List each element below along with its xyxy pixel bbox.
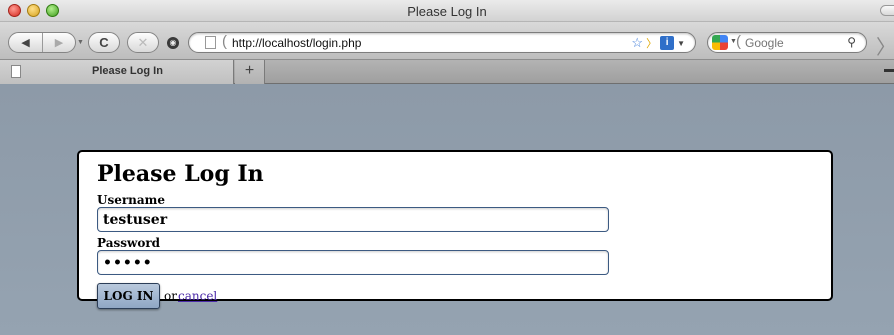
page-content: Please Log In Username Password LOG IN o… [0,85,894,335]
tab-bar: Please Log In + ▬ [0,60,894,84]
toolbar-overflow-icon[interactable]: 〉 [876,31,894,60]
page-icon [205,36,216,49]
rss-feed-icon[interactable]: 〉 [646,35,657,51]
stop-button[interactable]: ✕ [127,32,159,53]
password-label: Password [97,236,161,250]
search-icon[interactable]: ⚲ [847,35,856,49]
search-engine-icon[interactable] [712,35,728,50]
tab-please-log-in[interactable]: Please Log In [0,60,234,84]
bookmark-star-icon[interactable]: ☆ [631,35,643,51]
reload-button[interactable]: C [88,32,120,53]
site-icon: ◉ [167,37,179,49]
username-field[interactable] [97,207,609,232]
address-bar-actions: ☆ 〉 i ▼ [631,35,685,51]
login-form: Please Log In Username Password LOG IN o… [77,150,833,309]
window-titlebar: Please Log In [0,0,894,22]
search-input[interactable] [745,36,845,50]
new-tab-button[interactable]: + [235,60,265,84]
search-box: ▼ ( ⚲ [707,32,867,53]
window-title: Please Log In [407,4,487,19]
url-text[interactable]: http://localhost/login.php [232,36,361,50]
history-dropdown-icon[interactable]: ▼ [77,39,84,46]
cancel-link[interactable]: cancel [178,289,217,303]
forward-button[interactable]: ▶ [41,33,75,52]
back-forward-control: ◀ ▶ [8,32,76,53]
navigation-toolbar: ◀ ▶ ▼ C ✕ ◉ ( http://localhost/login.php… [0,22,894,60]
tab-page-icon [11,65,21,78]
back-button[interactable]: ◀ [9,33,42,52]
tab-label: Please Log In [92,65,163,77]
url-dropdown-icon[interactable]: ▼ [677,39,685,48]
page-heading: Please Log In [97,161,264,187]
site-info-icon[interactable]: i [660,36,675,50]
search-bracket-icon: ( [736,33,741,50]
or-text: or [164,289,177,303]
tab-list-menu-icon[interactable]: ▬ [884,64,894,75]
username-label: Username [97,193,166,207]
login-button[interactable]: LOG IN [97,283,160,309]
address-bar[interactable]: ( http://localhost/login.php ☆ 〉 i ▼ [188,32,696,53]
toolbar-toggle-button[interactable] [880,5,894,16]
url-bracket-icon: ( [222,33,227,50]
password-field[interactable] [97,250,609,275]
